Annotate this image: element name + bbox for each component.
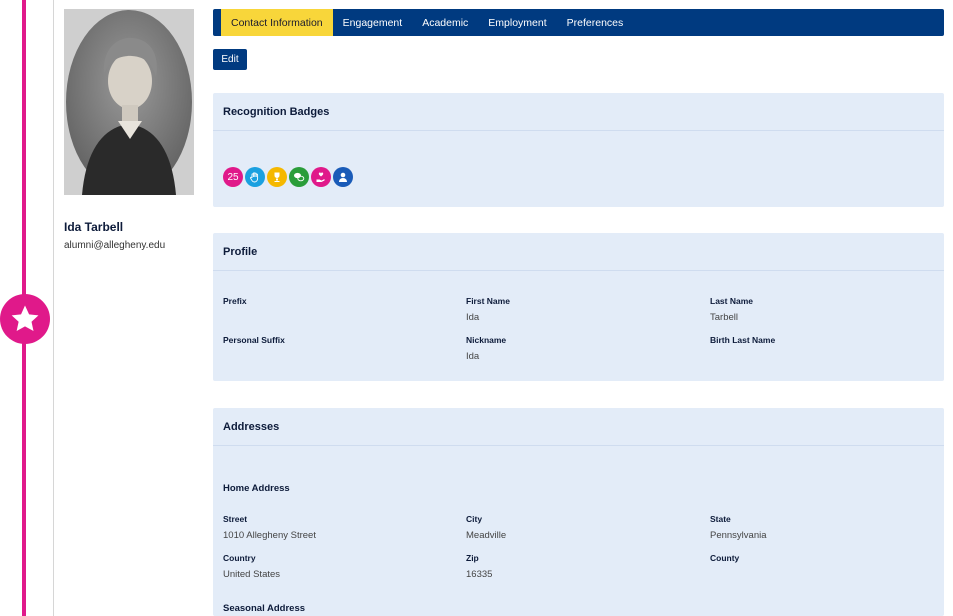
seasonal-address-heading: Seasonal Address xyxy=(223,603,306,614)
profile-photo xyxy=(64,9,194,195)
profile-email: alumni@allegheny.edu xyxy=(64,240,166,251)
field-value: 16335 xyxy=(466,569,493,580)
home-address-heading: Home Address xyxy=(223,483,290,494)
country-field: Country United States xyxy=(223,553,280,580)
person-icon[interactable] xyxy=(333,167,353,187)
field-value: Meadville xyxy=(466,530,507,541)
street-field: Street 1010 Allegheny Street xyxy=(223,514,316,541)
profile-name: Ida Tarbell xyxy=(64,220,124,234)
prefix-field: Prefix xyxy=(223,296,247,312)
tab-contact-information[interactable]: Contact Information xyxy=(221,9,333,36)
field-label: First Name xyxy=(466,296,510,306)
field-value: 1010 Allegheny Street xyxy=(223,530,316,541)
field-label: County xyxy=(710,553,740,563)
field-value: Pennsylvania xyxy=(710,530,767,541)
timeline-star-marker[interactable] xyxy=(0,294,50,344)
personal-suffix-field: Personal Suffix xyxy=(223,335,285,351)
star-icon xyxy=(11,305,39,332)
chat-icon[interactable] xyxy=(289,167,309,187)
field-value: Ida xyxy=(466,351,480,362)
panel-title: Addresses xyxy=(213,408,944,446)
sidebar-divider xyxy=(53,0,54,616)
edit-button[interactable]: Edit xyxy=(213,49,247,70)
hand-icon[interactable] xyxy=(245,167,265,187)
number-25-badge[interactable]: 25 xyxy=(223,167,243,187)
field-label: Nickname xyxy=(466,335,507,345)
panel-title: Profile xyxy=(213,233,944,271)
field-value: Tarbell xyxy=(710,312,738,323)
zip-field: Zip 16335 xyxy=(466,553,492,580)
portrait-image xyxy=(64,9,194,195)
tab-bar: Contact Information Engagement Academic … xyxy=(213,9,944,36)
field-label: Personal Suffix xyxy=(223,335,285,345)
field-label: Country xyxy=(223,553,256,563)
nickname-field: Nickname Ida xyxy=(466,335,506,362)
last-name-field: Last Name Tarbell xyxy=(710,296,753,323)
hand-heart-icon[interactable] xyxy=(311,167,331,187)
recognition-badges-panel: Recognition Badges 25 xyxy=(213,93,944,207)
county-field: County xyxy=(710,553,739,569)
badge-list: 25 xyxy=(223,167,353,187)
addresses-panel: Addresses Home Address Street 1010 Alleg… xyxy=(213,408,944,616)
city-field: City Meadville xyxy=(466,514,506,541)
field-label: State xyxy=(710,514,731,524)
field-label: City xyxy=(466,514,483,524)
profile-panel: Profile Prefix First Name Ida Last Name … xyxy=(213,233,944,381)
field-label: Street xyxy=(223,514,248,524)
field-value: United States xyxy=(223,569,281,580)
trophy-icon[interactable] xyxy=(267,167,287,187)
tab-engagement[interactable]: Engagement xyxy=(333,9,413,36)
tab-academic[interactable]: Academic xyxy=(412,9,478,36)
field-label: Birth Last Name xyxy=(710,335,776,345)
field-label: Last Name xyxy=(710,296,753,306)
tab-preferences[interactable]: Preferences xyxy=(557,9,634,36)
birth-last-name-field: Birth Last Name xyxy=(710,335,775,351)
field-value: Ida xyxy=(466,312,480,323)
state-field: State Pennsylvania xyxy=(710,514,767,541)
first-name-field: First Name Ida xyxy=(466,296,510,323)
field-label: Zip xyxy=(466,553,479,563)
tab-employment[interactable]: Employment xyxy=(478,9,556,36)
field-label: Prefix xyxy=(223,296,247,306)
panel-title: Recognition Badges xyxy=(213,93,944,131)
